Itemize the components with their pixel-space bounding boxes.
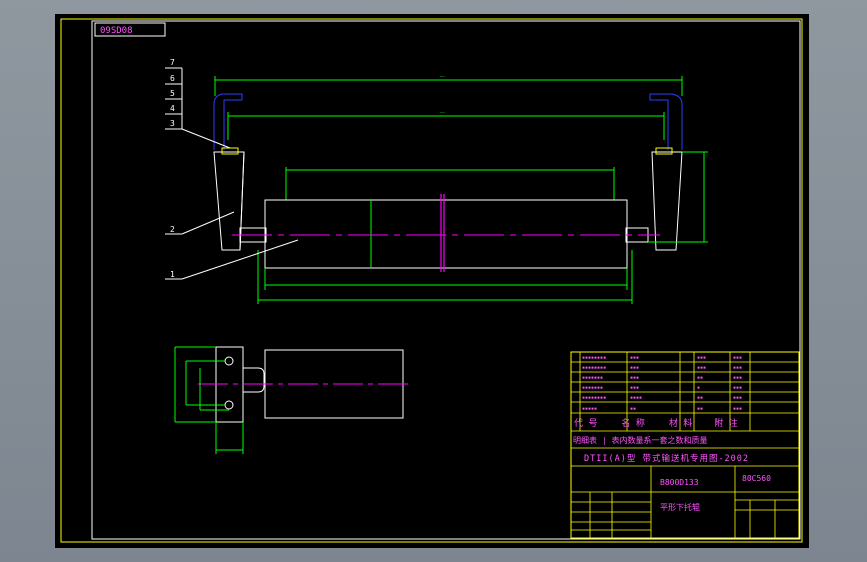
svg-text:▪▪▪▪▪▪▪: ▪▪▪▪▪▪▪	[582, 375, 603, 381]
parts-subheader: 明细表 | 表内数量系一套之数和质量	[573, 435, 707, 445]
code-right: 80C560	[742, 474, 771, 483]
svg-text:▪▪: ▪▪	[697, 375, 703, 381]
balloon-3: 3	[170, 119, 175, 128]
svg-text:▪▪▪▪▪▪▪▪: ▪▪▪▪▪▪▪▪	[582, 395, 606, 401]
svg-text:▪▪▪: ▪▪▪	[630, 365, 639, 371]
balloon-2: 2	[170, 225, 175, 234]
svg-text:▪▪: ▪▪	[697, 406, 703, 412]
svg-text:▪▪▪: ▪▪▪	[733, 385, 742, 391]
svg-text:▪▪▪▪▪▪▪▪: ▪▪▪▪▪▪▪▪	[582, 355, 606, 361]
svg-text:▪▪▪▪▪▪▪▪: ▪▪▪▪▪▪▪▪	[582, 365, 606, 371]
svg-text:▪▪▪: ▪▪▪	[733, 406, 742, 412]
svg-text:▪▪▪: ▪▪▪	[697, 355, 706, 361]
balloon-7: 7	[170, 58, 175, 67]
svg-text:▪▪: ▪▪	[697, 395, 703, 401]
svg-text:——: ——	[440, 74, 445, 79]
standard-row: DTII(A)型 带式输送机专用图-2002	[584, 453, 749, 464]
svg-text:▪▪▪: ▪▪▪	[733, 395, 742, 401]
balloon-5: 5	[170, 89, 175, 98]
svg-text:——: ——	[440, 110, 445, 115]
drawing-canvas: 09SD08 —— —— 7 6 5 4 3 2 1 ▪▪▪▪▪▪▪▪ ▪▪▪▪…	[55, 14, 809, 548]
drawing-sheet	[55, 14, 809, 548]
svg-text:▪▪▪▪▪: ▪▪▪▪▪	[582, 406, 597, 412]
svg-text:▪▪▪: ▪▪▪	[733, 375, 742, 381]
svg-text:▪▪: ▪▪	[630, 406, 636, 412]
svg-text:▪: ▪	[697, 385, 700, 391]
balloon-1: 1	[170, 270, 175, 279]
part-name: 平形下托辊	[660, 502, 700, 512]
svg-text:▪▪▪: ▪▪▪	[630, 375, 639, 381]
svg-text:▪▪▪: ▪▪▪	[630, 385, 639, 391]
svg-text:▪▪▪: ▪▪▪	[733, 355, 742, 361]
balloon-4: 4	[170, 104, 175, 113]
svg-text:▪▪▪: ▪▪▪	[733, 365, 742, 371]
balloon-6: 6	[170, 74, 175, 83]
drawing-number: 09SD08	[100, 26, 133, 36]
svg-text:▪▪▪: ▪▪▪	[697, 365, 706, 371]
svg-text:▪▪▪: ▪▪▪	[630, 355, 639, 361]
cad-viewport: 09SD08 —— —— 7 6 5 4 3 2 1 ▪▪▪▪▪▪▪▪ ▪▪▪▪…	[0, 0, 867, 562]
svg-text:▪▪▪▪: ▪▪▪▪	[630, 395, 642, 401]
svg-text:▪▪▪▪▪▪▪: ▪▪▪▪▪▪▪	[582, 385, 603, 391]
code-left: B800D133	[660, 478, 699, 487]
